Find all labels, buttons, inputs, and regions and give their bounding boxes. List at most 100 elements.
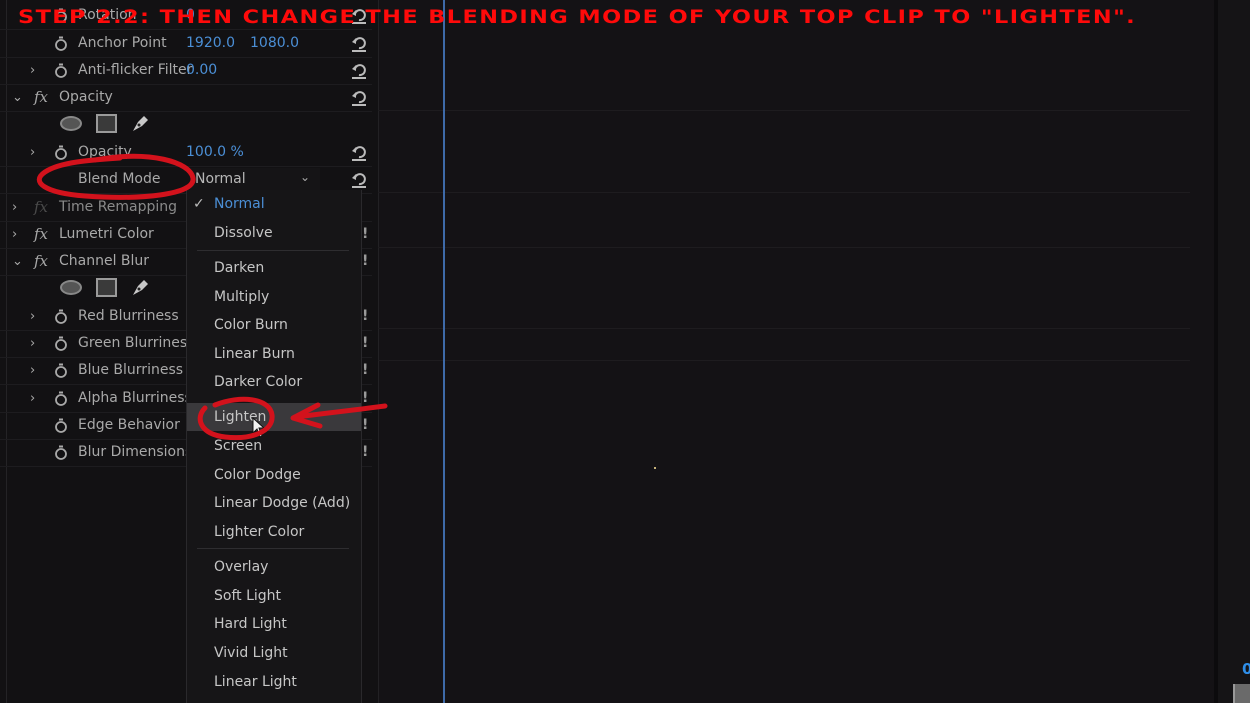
reset-icon[interactable]: !: [362, 439, 368, 466]
menu-item-darken[interactable]: Darken: [187, 254, 361, 282]
reset-icon[interactable]: !: [362, 330, 368, 357]
menu-item-color-dodge[interactable]: Color Dodge: [187, 461, 361, 489]
chevron-right-icon[interactable]: ›: [12, 194, 24, 221]
property-row-opacity[interactable]: › Opacity 100.0 %: [0, 139, 372, 167]
effect-label: Time Remapping: [59, 199, 178, 215]
menu-item-linear-light[interactable]: Linear Light: [187, 668, 361, 696]
property-label: Anti-flicker Filter: [78, 62, 193, 78]
fx-icon[interactable]: fx: [34, 194, 48, 221]
property-label: Anchor Point: [78, 35, 167, 51]
menu-item-linear-burn[interactable]: Linear Burn: [187, 340, 361, 368]
ellipse-mask-icon[interactable]: [60, 280, 82, 295]
chevron-right-icon[interactable]: ›: [12, 221, 24, 248]
chevron-right-icon[interactable]: ›: [30, 139, 42, 166]
chevron-right-icon[interactable]: ›: [30, 357, 42, 384]
reset-icon[interactable]: !: [362, 412, 368, 439]
effect-label: Opacity: [59, 89, 113, 105]
property-label: Alpha Blurriness: [78, 390, 192, 406]
stopwatch-icon[interactable]: [54, 363, 68, 378]
menu-item-linear-dodge[interactable]: Linear Dodge (Add): [187, 489, 361, 517]
reset-icon[interactable]: [350, 35, 368, 53]
property-value[interactable]: 0.00: [186, 57, 217, 84]
menu-item-screen[interactable]: Screen: [187, 432, 361, 460]
menu-item-vivid-light[interactable]: Vivid Light: [187, 639, 361, 667]
stopwatch-icon[interactable]: [54, 63, 68, 78]
reset-icon[interactable]: !: [362, 357, 368, 384]
reset-icon[interactable]: !: [362, 221, 368, 248]
menu-item-label: Darken: [214, 260, 265, 276]
reset-icon[interactable]: !: [362, 303, 368, 330]
menu-item-label: Color Burn: [214, 317, 288, 333]
menu-item-label: Normal: [214, 196, 265, 212]
fx-icon[interactable]: fx: [34, 248, 48, 275]
chevron-down-icon[interactable]: ⌄: [12, 248, 24, 275]
stopwatch-icon[interactable]: [54, 36, 68, 51]
effect-row-opacity[interactable]: ⌄ fx Opacity: [0, 84, 372, 112]
stopwatch-icon[interactable]: [54, 336, 68, 351]
stopwatch-icon[interactable]: [54, 391, 68, 406]
property-label: Blur Dimensions: [78, 444, 193, 460]
blend-mode-value: Normal: [195, 171, 246, 187]
property-label: Blue Blurriness: [78, 362, 184, 378]
property-row-anti-flicker[interactable]: › Anti-flicker Filter 0.00: [0, 57, 372, 85]
menu-item-label: Multiply: [214, 289, 270, 305]
property-label: Blend Mode: [78, 171, 161, 187]
menu-item-color-burn[interactable]: Color Burn: [187, 311, 361, 339]
anchor-x-value[interactable]: 1920.0: [186, 30, 235, 57]
menu-item-label: Hard Light: [214, 616, 287, 632]
menu-item-label: Lighter Color: [214, 524, 305, 540]
stopwatch-icon[interactable]: [54, 309, 68, 324]
track-divider: [378, 360, 1190, 361]
menu-item-hard-light[interactable]: Hard Light: [187, 610, 361, 638]
opacity-value[interactable]: 100.0 %: [186, 139, 244, 166]
effect-label: Lumetri Color: [59, 226, 154, 242]
menu-item-label: Linear Light: [214, 674, 297, 690]
stopwatch-icon[interactable]: [54, 418, 68, 433]
menu-item-darker-color[interactable]: Darker Color: [187, 368, 361, 396]
menu-item-overlay[interactable]: Overlay: [187, 553, 361, 581]
ellipse-mask-icon[interactable]: [60, 116, 82, 131]
artifact-dot: [654, 467, 656, 469]
reset-icon[interactable]: [350, 89, 368, 107]
menu-item-label: Color Dodge: [214, 467, 301, 483]
stopwatch-icon[interactable]: [54, 145, 68, 160]
chevron-right-icon[interactable]: ›: [30, 330, 42, 357]
menu-item-label: Overlay: [214, 559, 269, 575]
chevron-right-icon[interactable]: ›: [30, 385, 42, 412]
menu-separator: [197, 548, 349, 549]
pen-mask-icon[interactable]: [130, 276, 152, 298]
reset-icon[interactable]: !: [362, 248, 368, 275]
mouse-cursor-icon: [252, 417, 266, 438]
timeline-area[interactable]: [378, 0, 1216, 703]
stopwatch-icon[interactable]: [54, 445, 68, 460]
menu-item-dissolve[interactable]: Dissolve: [187, 219, 361, 247]
right-panel: [1218, 0, 1250, 703]
property-label: Edge Behavior: [78, 417, 180, 433]
timecode-display[interactable]: 0: [1242, 660, 1250, 678]
scrollbar[interactable]: [1233, 684, 1250, 703]
rectangle-mask-icon[interactable]: [96, 114, 117, 133]
menu-item-multiply[interactable]: Multiply: [187, 283, 361, 311]
reset-icon[interactable]: [350, 144, 368, 162]
fx-icon[interactable]: fx: [34, 221, 48, 248]
chevron-right-icon[interactable]: ›: [30, 57, 42, 84]
playhead-line[interactable]: [443, 0, 445, 703]
property-row-anchor-point[interactable]: Anchor Point 1920.0 1080.0: [0, 30, 372, 58]
effect-label: Channel Blur: [59, 253, 150, 269]
blend-mode-dropdown[interactable]: Normal ⌄: [190, 168, 320, 191]
track-divider: [378, 110, 1190, 111]
pen-mask-icon[interactable]: [130, 112, 152, 134]
chevron-right-icon[interactable]: ›: [30, 303, 42, 330]
reset-icon[interactable]: [350, 171, 368, 189]
chevron-down-icon[interactable]: ⌄: [12, 84, 24, 111]
menu-item-soft-light[interactable]: Soft Light: [187, 582, 361, 610]
fx-icon[interactable]: fx: [34, 84, 48, 111]
rectangle-mask-icon[interactable]: [96, 278, 117, 297]
menu-item-label: Soft Light: [214, 588, 282, 604]
menu-item-lighter-color[interactable]: Lighter Color: [187, 518, 361, 546]
anchor-y-value[interactable]: 1080.0: [250, 30, 299, 57]
menu-item-lighten[interactable]: Lighten: [187, 403, 361, 431]
menu-item-normal[interactable]: ✓ Normal: [187, 190, 361, 218]
reset-icon[interactable]: !: [362, 385, 368, 412]
reset-icon[interactable]: [350, 62, 368, 80]
